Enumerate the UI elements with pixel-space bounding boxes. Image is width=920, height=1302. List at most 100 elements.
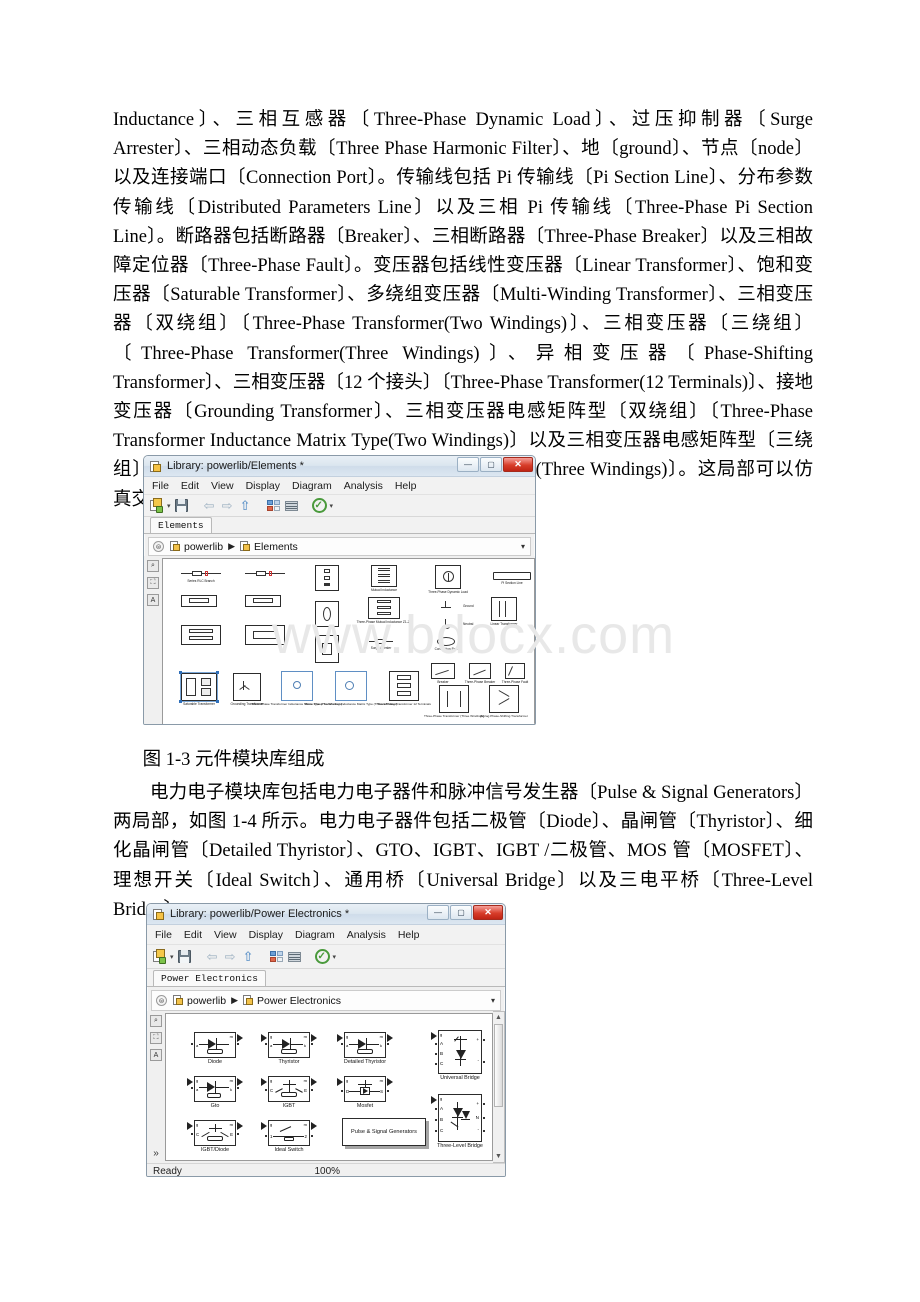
update-model-icon[interactable]: ✓ — [314, 949, 330, 964]
block-mosfet[interactable]: g m D S Mosfet — [337, 1076, 393, 1109]
simulink-window-elements[interactable]: Library: powerlib/Elements * — ▢ ✕ File … — [143, 455, 536, 725]
block-three-phase-breaker[interactable]: Three-Phase Breaker — [465, 663, 495, 684]
menu-item-analysis[interactable]: Analysis — [344, 480, 383, 492]
model-explorer-icon[interactable] — [287, 949, 302, 964]
library-browser-icon[interactable] — [266, 498, 281, 513]
block-breaker[interactable]: Breaker — [431, 663, 455, 684]
scroll-thumb[interactable] — [494, 1024, 503, 1107]
simulink-window-power-electronics[interactable]: Library: powerlib/Power Electronics * — … — [146, 903, 506, 1177]
up-arrow-icon[interactable]: ⇧ — [238, 498, 253, 513]
block-mutual-inductance[interactable]: Mutual Inductance — [371, 565, 397, 592]
menu-item-analysis[interactable]: Analysis — [347, 929, 386, 941]
block-series-rlc-load[interactable] — [181, 595, 217, 607]
breadcrumb-root[interactable]: powerlib — [187, 995, 226, 1007]
block-igbt[interactable]: g m C E IGBT — [261, 1076, 317, 1109]
menu-item-file[interactable]: File — [155, 929, 172, 941]
block-three-phase-fault[interactable]: Three-Phase Fault — [502, 663, 528, 684]
back-arrow-icon[interactable]: ⇦ — [202, 498, 217, 513]
chevron-down-icon[interactable]: ▾ — [167, 502, 171, 510]
menubar-power-electronics[interactable]: File Edit View Display Diagram Analysis … — [147, 925, 505, 945]
maximize-button[interactable]: ▢ — [480, 457, 502, 472]
block-three-level-bridge[interactable]: g A B C + N - Three-Level Bridge — [431, 1094, 485, 1149]
window-controls[interactable]: — ▢ ✕ — [427, 905, 503, 920]
block-neutral[interactable]: Neutral — [439, 619, 473, 629]
menu-item-edit[interactable]: Edit — [184, 929, 202, 941]
tabstrip-elements[interactable]: Elements — [144, 517, 535, 534]
block-universal-bridge[interactable]: g A B C + - Universal Bridge — [431, 1030, 485, 1081]
menu-item-view[interactable]: View — [211, 480, 234, 492]
new-model-icon[interactable] — [152, 949, 167, 964]
side-toolbar-elements[interactable]: ⌕ ⛶ A » — [144, 556, 162, 724]
breadcrumb-current[interactable]: Power Electronics — [257, 995, 341, 1007]
fit-to-view-icon[interactable]: ⛶ — [147, 577, 159, 589]
forward-arrow-icon[interactable]: ⇨ — [223, 949, 238, 964]
chevron-down-icon[interactable]: ▾ — [333, 953, 337, 961]
expand-panel-icon[interactable]: » — [153, 1148, 159, 1159]
menu-item-edit[interactable]: Edit — [181, 480, 199, 492]
block-ground[interactable]: Ground — [439, 601, 474, 611]
block-three-phase-transformer-12-terminals[interactable]: Three-Phase Transformer 12 Terminals — [377, 671, 431, 706]
menubar-elements[interactable]: File Edit View Display Diagram Analysis … — [144, 477, 535, 495]
breadcrumb-current[interactable]: Elements — [254, 541, 298, 553]
block-zigzag-phase-shifting-transformer[interactable]: Zigzag Phase-Shifting Transformer — [480, 685, 528, 718]
menu-item-file[interactable]: File — [152, 480, 169, 492]
block-breaker-element[interactable] — [315, 601, 339, 627]
new-model-icon[interactable] — [149, 498, 164, 513]
zoom-icon[interactable]: ⌕ — [150, 1015, 162, 1027]
breadcrumb-power-electronics[interactable]: ⊜ powerlib ▶ Power Electronics ▾ — [151, 990, 501, 1011]
block-ideal-switch[interactable]: g m 1 2 Ideal Switch — [261, 1120, 317, 1153]
minimize-button[interactable]: — — [427, 905, 449, 920]
chevron-down-icon[interactable]: ▾ — [330, 502, 334, 510]
menu-item-view[interactable]: View — [214, 929, 237, 941]
menu-item-help[interactable]: Help — [398, 929, 420, 941]
tabstrip-power-electronics[interactable]: Power Electronics — [147, 969, 505, 987]
breadcrumb-elements[interactable]: ⊜ powerlib ▶ Elements ▾ — [148, 537, 531, 556]
text-annotation-icon[interactable]: A — [150, 1049, 162, 1061]
block-three-phase-parallel-rlc-branch[interactable] — [245, 625, 285, 645]
block-thyristor[interactable]: g m a k Thyristor — [261, 1032, 317, 1065]
update-model-icon[interactable]: ✓ — [311, 498, 327, 513]
block-surge-arrester[interactable]: Surge Arrester — [369, 639, 393, 650]
close-button[interactable]: ✕ — [473, 905, 503, 920]
fit-to-view-icon[interactable]: ⛶ — [150, 1032, 162, 1044]
block-igbt-diode[interactable]: g m C E IGBT/Diode — [187, 1120, 243, 1153]
tab-elements[interactable]: Elements — [150, 517, 212, 533]
block-three-phase-transformer-three-windings[interactable]: Three-Phase Transformer (Three Windings) — [424, 685, 484, 718]
toolbar-power-electronics[interactable]: ▾ ⇦ ⇨ ⇧ ✓ ▾ — [147, 945, 505, 969]
maximize-button[interactable]: ▢ — [450, 905, 472, 920]
block-linear-transformer[interactable]: Linear Transformer — [491, 597, 517, 626]
vertical-scrollbar-power-electronics[interactable]: ▲ ▼ — [493, 1011, 505, 1163]
block-series-rlc-branch[interactable]: Series RLC Branch — [181, 571, 221, 583]
block-three-phase-transformer-inductance-matrix-three-windings[interactable]: Three-Phase Transformer Inductance Matri… — [305, 671, 397, 706]
chevron-down-icon[interactable]: ▾ — [521, 542, 525, 551]
titlebar-elements[interactable]: Library: powerlib/Elements * — ▢ ✕ — [144, 456, 535, 477]
minimize-button[interactable]: — — [457, 457, 479, 472]
block-pi-section-line[interactable]: Pi Section Line — [493, 572, 531, 585]
block-grounding-transformer[interactable]: Grounding Transformer — [231, 673, 263, 706]
block-diode[interactable]: m a Diode — [191, 1032, 243, 1065]
block-gto[interactable]: g m a k Gto — [187, 1076, 243, 1109]
menu-item-diagram[interactable]: Diagram — [292, 480, 332, 492]
menu-item-display[interactable]: Display — [249, 929, 283, 941]
close-button[interactable]: ✕ — [503, 457, 533, 472]
block-three-phase-mutual-inductance[interactable]: Three-Phase Mutual Inductance Z1-Z0 — [357, 597, 411, 624]
library-browser-icon[interactable] — [269, 949, 284, 964]
block-three-phase-series-rlc-branch[interactable] — [181, 625, 221, 645]
block-saturable-core[interactable] — [315, 635, 339, 663]
breadcrumb-root[interactable]: powerlib — [184, 541, 223, 553]
scroll-down-button[interactable]: ▼ — [493, 1151, 504, 1162]
block-detailed-thyristor[interactable]: g m a k Detailed Thyristor — [337, 1032, 393, 1065]
chevron-down-icon[interactable]: ▾ — [491, 996, 495, 1005]
block-three-phase-dynamic-load[interactable]: Three-Phase Dynamic Load — [428, 565, 468, 594]
library-canvas-elements[interactable]: Series RLC Branch Mutual Inductance Thre… — [162, 558, 535, 724]
forward-arrow-icon[interactable]: ⇨ — [220, 498, 235, 513]
chevron-down-icon[interactable]: ▾ — [170, 953, 174, 961]
toolbar-elements[interactable]: ▾ ⇦ ⇨ ⇧ ✓ ▾ — [144, 495, 535, 517]
save-icon[interactable] — [174, 498, 189, 513]
block-series-rlc-branch-2[interactable] — [245, 571, 285, 578]
window-controls[interactable]: — ▢ ✕ — [457, 457, 533, 472]
block-saturable-transformer[interactable]: Saturable Transformer — [179, 671, 219, 706]
save-icon[interactable] — [177, 949, 192, 964]
tab-power-electronics[interactable]: Power Electronics — [153, 970, 266, 986]
library-canvas-power-electronics[interactable]: m a Diode g m a k Thyristor g m a k Deta… — [165, 1013, 493, 1161]
